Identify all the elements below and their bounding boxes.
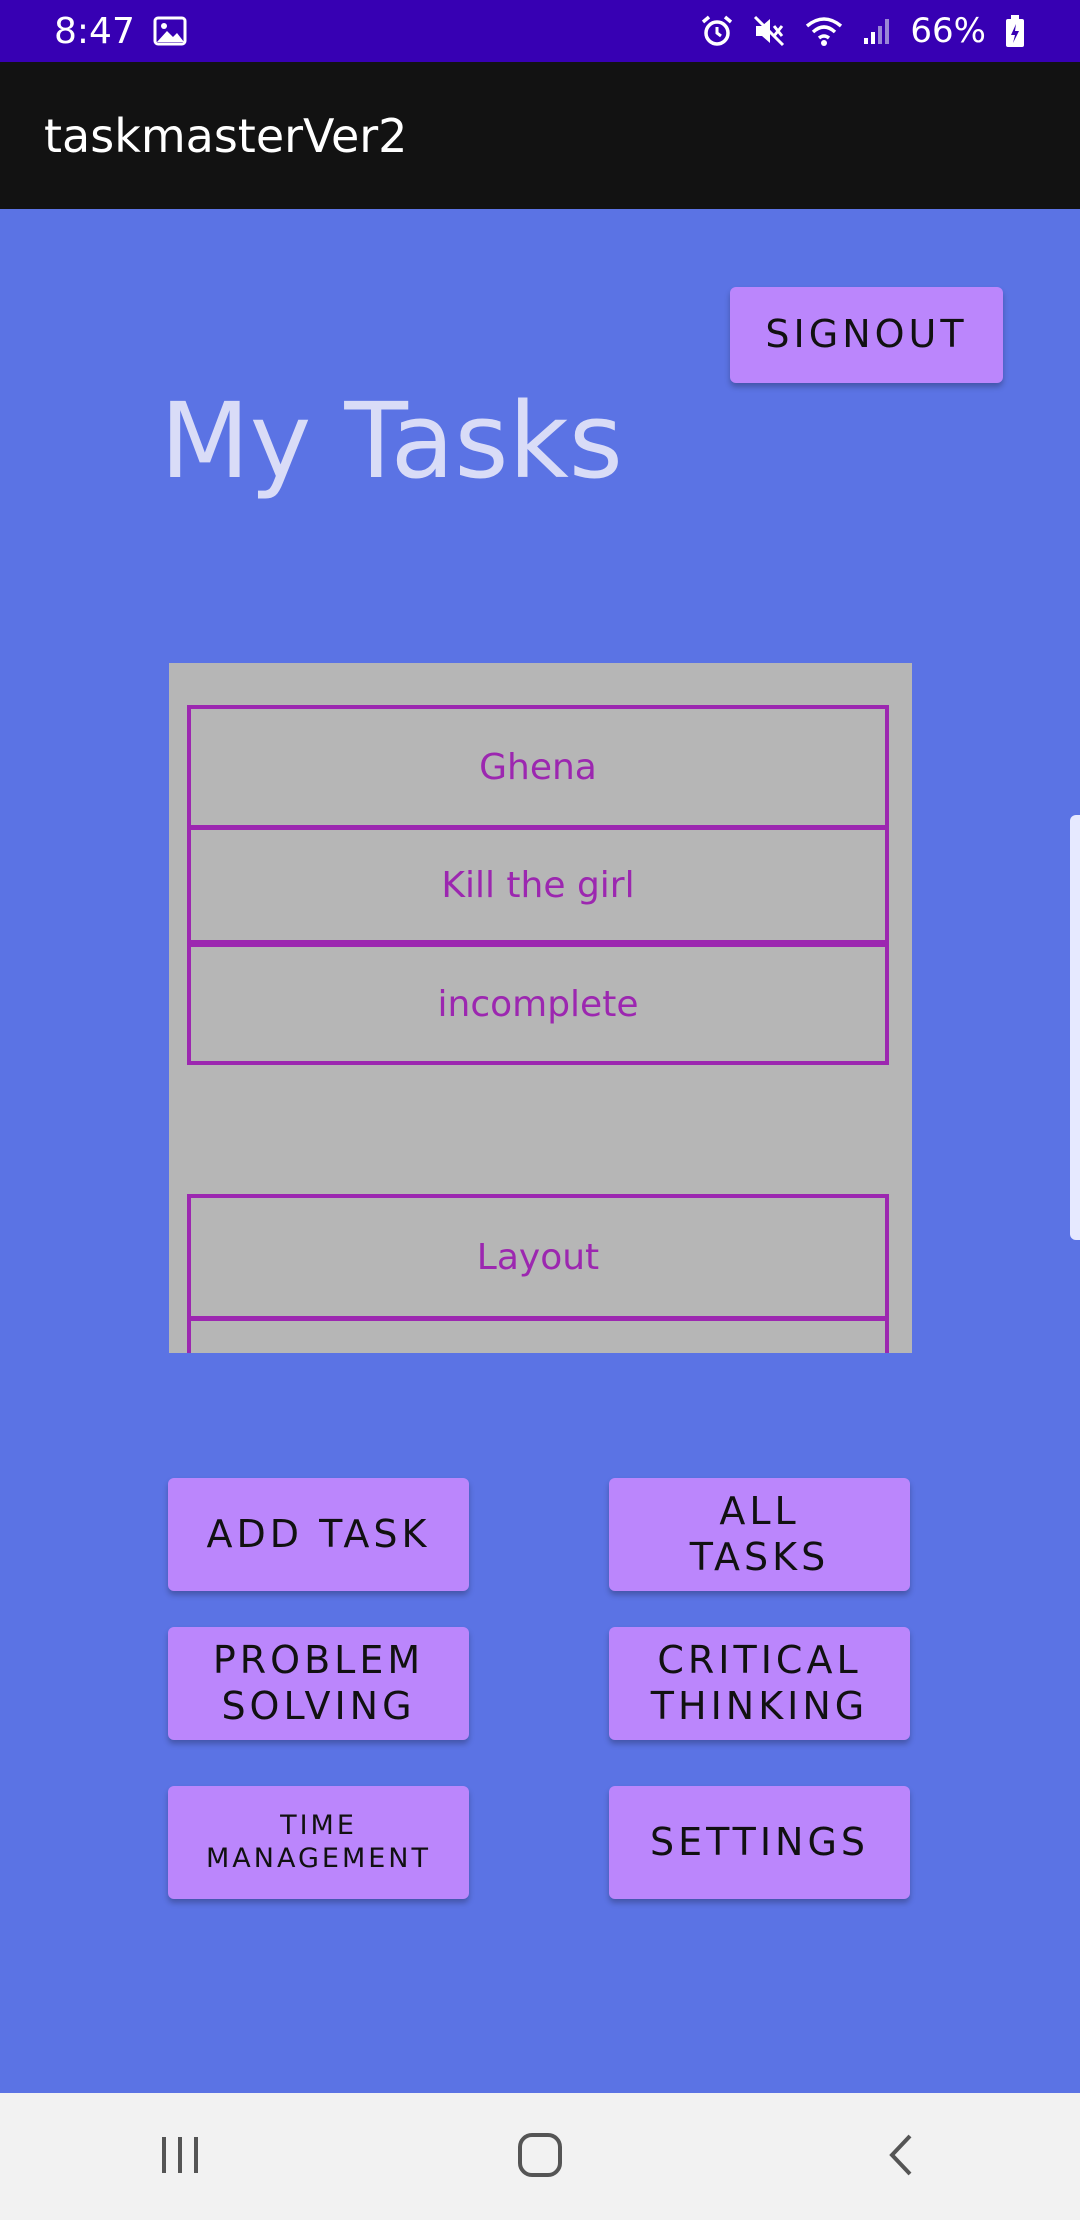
problem-solving-label-line2: SOLVING (221, 1683, 416, 1728)
app-bar: taskmasterVer2 (0, 62, 1080, 209)
status-time: 8:47 (54, 10, 135, 52)
app-title: taskmasterVer2 (44, 108, 408, 163)
task-title: Layout (476, 1236, 600, 1278)
time-management-button[interactable]: TIME MANAGEMENT (168, 1786, 469, 1899)
recent-apps-button[interactable] (120, 2117, 240, 2197)
home-icon (516, 2131, 564, 2183)
signal-icon (862, 16, 892, 46)
signout-button[interactable]: SIGNOUT (730, 287, 1003, 383)
task-item[interactable]: incomplete (187, 943, 889, 1065)
task-item[interactable] (187, 1065, 889, 1187)
settings-label: SETTINGS (649, 1819, 870, 1864)
status-right: 66% (700, 11, 1026, 51)
all-tasks-label-line1: ALL (719, 1488, 800, 1533)
time-management-label-line1: TIME (280, 1810, 357, 1842)
navigation-bar (0, 2093, 1080, 2220)
task-title: Kill the girl (441, 864, 635, 906)
edge-panel-handle[interactable] (1070, 815, 1080, 1240)
critical-thinking-button[interactable]: CRITICAL THINKING (609, 1627, 910, 1740)
back-button[interactable] (840, 2117, 960, 2197)
signout-label: SIGNOUT (765, 312, 968, 357)
add-task-button[interactable]: ADD TASK (168, 1478, 469, 1591)
battery-icon (1004, 14, 1026, 48)
task-list[interactable]: Ghena Kill the girl incomplete Layout (169, 663, 912, 1353)
status-bar: 8:47 66% (0, 0, 1080, 62)
critical-thinking-label-line2: THINKING (650, 1683, 869, 1728)
alarm-icon (700, 14, 734, 48)
critical-thinking-label-line1: CRITICAL (657, 1637, 862, 1682)
task-title: Ghena (479, 746, 597, 788)
problem-solving-label-line1: PROBLEM (212, 1637, 425, 1682)
recent-apps-icon (158, 2135, 202, 2179)
wifi-icon (804, 15, 844, 47)
task-title: incomplete (437, 983, 639, 1025)
battery-percent: 66% (910, 11, 986, 51)
task-item[interactable] (187, 1317, 889, 1353)
page-title: My Tasks (160, 380, 623, 502)
task-item[interactable]: Layout (187, 1194, 889, 1320)
app-screen: 8:47 66% taskmasterVer2 SIGNOUT My Tasks… (0, 0, 1080, 2220)
all-tasks-label-line2: TASKS (689, 1534, 830, 1579)
all-tasks-button[interactable]: ALL TASKS (609, 1478, 910, 1591)
add-task-label: ADD TASK (206, 1511, 431, 1556)
task-item[interactable]: Kill the girl (187, 826, 889, 944)
task-item[interactable]: Ghena (187, 705, 889, 829)
time-management-label-line2: MANAGEMENT (206, 1842, 431, 1874)
back-icon (884, 2132, 916, 2182)
problem-solving-button[interactable]: PROBLEM SOLVING (168, 1627, 469, 1740)
home-button[interactable] (480, 2117, 600, 2197)
settings-button[interactable]: SETTINGS (609, 1786, 910, 1899)
image-icon (153, 16, 187, 46)
status-left: 8:47 (54, 11, 187, 52)
mute-icon (752, 14, 786, 48)
